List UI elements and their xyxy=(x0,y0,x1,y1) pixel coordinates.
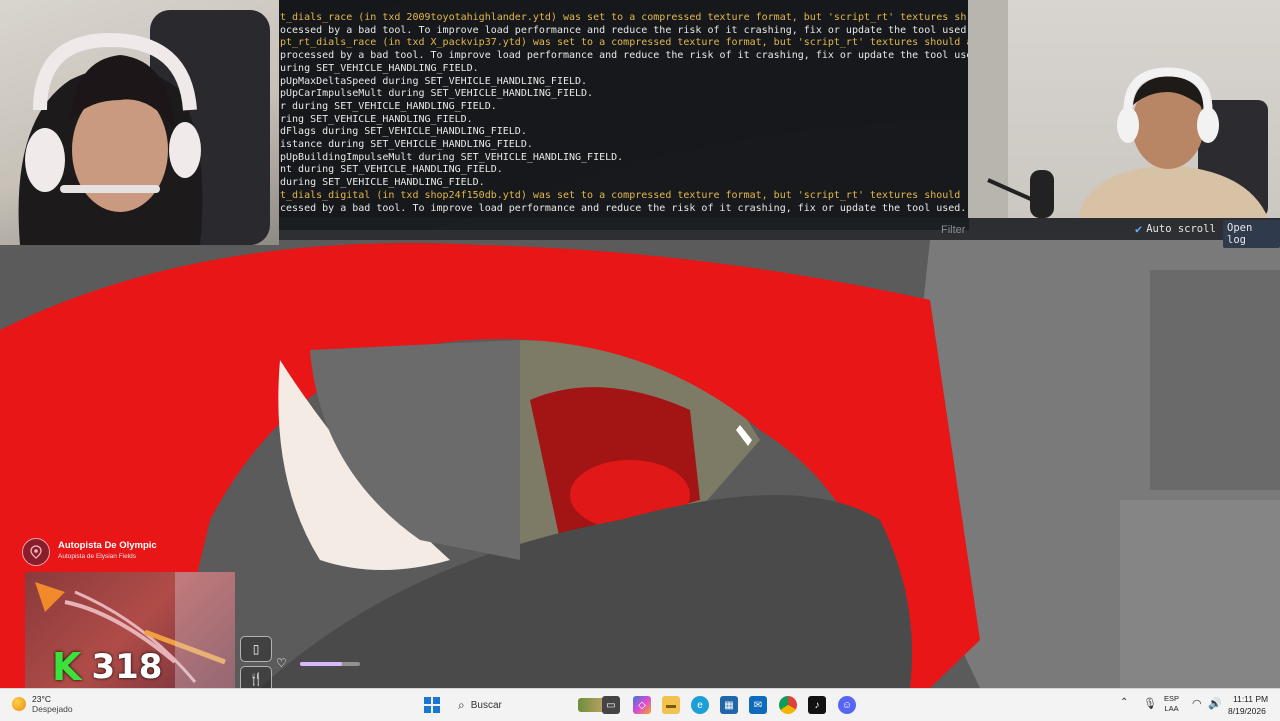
discord-icon[interactable]: ☺ xyxy=(838,696,856,714)
weather-moon-icon xyxy=(12,697,26,711)
webcam-right xyxy=(968,0,1280,218)
windows-logo-tile xyxy=(424,697,431,704)
autoscroll-toggle[interactable]: ✔ Auto scroll xyxy=(1135,222,1216,236)
clock-time[interactable]: 11:11 PM xyxy=(1233,694,1268,704)
calendar-icon[interactable]: ▦ xyxy=(720,696,738,714)
webcam-right-graphic xyxy=(968,0,1268,218)
location-display: Autopista De Olympic Autopista de Elysia… xyxy=(22,538,157,566)
health-bar-fill xyxy=(300,662,342,666)
location-title: Autopista De Olympic xyxy=(58,540,157,551)
windows-logo-tile xyxy=(433,697,440,704)
language-indicator[interactable]: ESP LAA xyxy=(1164,694,1179,714)
console-line: istance during SET_VEHICLE_HANDLING_FIEL… xyxy=(280,139,533,151)
console-log[interactable]: t_dials_race (in txd 2009toyotahighlande… xyxy=(279,0,969,230)
lang-top: ESP xyxy=(1164,694,1180,703)
file-explorer-icon[interactable]: ▭ xyxy=(602,696,620,714)
windows-logo-tile xyxy=(433,706,440,713)
webcam-left xyxy=(0,0,279,245)
wifi-icon[interactable]: ◠ xyxy=(1192,697,1202,710)
tiktok-icon[interactable]: ♪ xyxy=(808,696,826,714)
money-display: K 318 xyxy=(52,648,162,686)
console-line: ring SET_VEHICLE_HANDLING_FIELD. xyxy=(280,113,473,125)
edge-icon[interactable]: e xyxy=(691,696,709,714)
microphone-icon[interactable]: 🎙 xyxy=(1143,697,1157,710)
console-line: during SET_VEHICLE_HANDLING_FIELD. xyxy=(280,177,485,189)
search-icon: ⌕ xyxy=(458,697,465,712)
console-line: pUpMaxDeltaSpeed during SET_VEHICLE_HAND… xyxy=(280,75,588,87)
taskbar: 23°C Despejado ⌕ Buscar ▭ ◇ ▬ e ▦ ✉ ♪ ☺ … xyxy=(0,688,1280,721)
open-log-button[interactable]: Open log xyxy=(1223,220,1280,248)
drink-icon: ▯ xyxy=(240,636,272,662)
console-line: pt_rt_dials_race (in txd X_packvip37.ytd… xyxy=(280,37,969,49)
console-line: nt during SET_VEHICLE_HANDLING_FIELD. xyxy=(280,164,503,176)
console-line: pUpCarImpulseMult during SET_VEHICLE_HAN… xyxy=(280,88,594,100)
console-line: pUpBuildingImpulseMult during SET_VEHICL… xyxy=(280,151,624,163)
map-pin-icon xyxy=(22,538,50,566)
outlook-icon[interactable]: ✉ xyxy=(749,696,767,714)
folder-icon[interactable]: ▬ xyxy=(662,696,680,714)
console-line: t_dials_digital (in txd shop24f150db.ytd… xyxy=(280,189,961,201)
clock-date[interactable]: 8/19/2026 xyxy=(1228,706,1266,716)
weather-widget[interactable]: 23°C Despejado xyxy=(12,694,73,714)
status-icons: ▯ 🍴 xyxy=(240,636,272,692)
health-bar xyxy=(300,662,360,666)
search-label: Buscar xyxy=(470,699,502,711)
chrome-icon[interactable] xyxy=(779,696,797,714)
filter-input[interactable] xyxy=(939,221,1133,239)
check-icon: ✔ xyxy=(1135,222,1143,236)
console-line: cessed by a bad tool. To improve load pe… xyxy=(280,202,967,214)
heart-icon: ♡ xyxy=(276,656,287,670)
console-line: r during SET_VEHICLE_HANDLING_FIELD. xyxy=(280,100,497,112)
weather-temp: 23°C xyxy=(32,694,51,704)
chevron-up-icon[interactable]: ⌃ xyxy=(1120,697,1128,708)
location-subtitle: Autopista de Elysian Fields xyxy=(58,553,137,560)
windows-logo-tile xyxy=(424,706,431,713)
console-line: processed by a bad tool. To improve load… xyxy=(280,50,969,62)
console-line: dFlags during SET_VEHICLE_HANDLING_FIELD… xyxy=(280,126,527,138)
copilot-icon[interactable]: ◇ xyxy=(633,696,651,714)
volume-icon[interactable]: 🔊 xyxy=(1208,697,1222,710)
money-value: 318 xyxy=(91,647,163,687)
weather-desc: Despejado xyxy=(32,704,73,714)
console-line: uring SET_VEHICLE_HANDLING_FIELD. xyxy=(280,62,479,74)
lang-bottom: LAA xyxy=(1164,704,1179,713)
start-button[interactable] xyxy=(424,697,440,713)
console-line: ocessed by a bad tool. To improve load p… xyxy=(280,24,969,36)
console-line: t_dials_race (in txd 2009toyotahighlande… xyxy=(280,12,967,23)
currency-icon: K xyxy=(52,645,82,689)
webcam-left-graphic xyxy=(18,10,270,245)
autoscroll-label: Auto scroll xyxy=(1146,223,1216,235)
console-toolbar: ✔ Auto scroll Open log xyxy=(279,218,1280,248)
taskbar-search[interactable]: ⌕ Buscar xyxy=(450,694,608,716)
